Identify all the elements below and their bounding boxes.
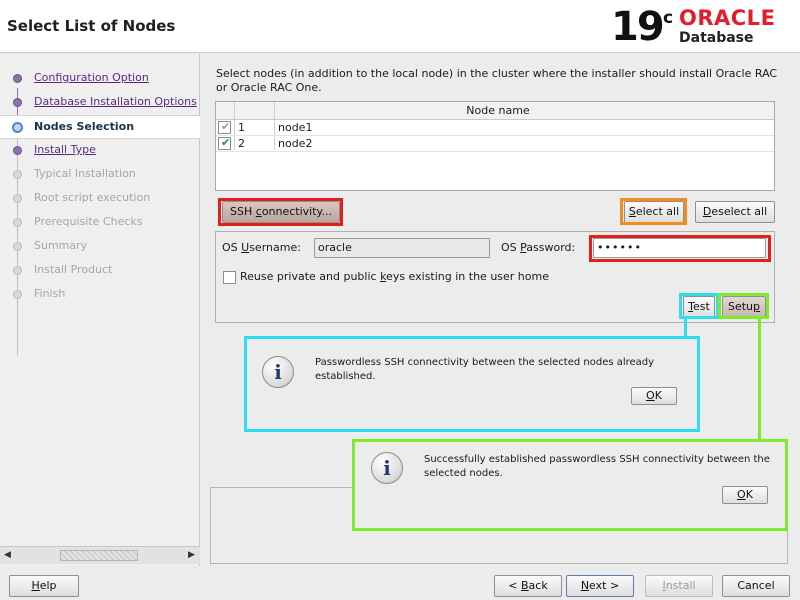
highlight-setup-dialog [352, 439, 788, 531]
btn-text: ext > [589, 579, 620, 592]
install-button[interactable]: Install [645, 575, 713, 597]
nav-step-database-installation-options[interactable]: Database Installation Options [0, 91, 200, 115]
step-done-icon [13, 74, 22, 83]
btn-text: < [508, 579, 521, 592]
nav-step-typical-installation: Typical Installation [0, 163, 200, 187]
step-pending-icon [13, 218, 22, 227]
nav-step-label: Database Installation Options [34, 95, 197, 108]
label-accel: U [241, 241, 250, 254]
table-row[interactable]: ✔ 2 node2 [216, 136, 774, 152]
scroll-right-icon[interactable]: ▶ [188, 550, 195, 560]
btn-accel: H [31, 579, 40, 592]
btn-accel: N [580, 579, 590, 592]
btn-accel: B [521, 579, 529, 592]
nav-horizontal-scrollbar[interactable]: ◀ ▶ [0, 546, 200, 564]
deselect-all-button[interactable]: Deselect all [695, 201, 775, 223]
column-header-node-name[interactable]: Node name [448, 104, 548, 117]
nav-step-label: Typical Installation [34, 167, 136, 180]
row-checkbox: ✔ [218, 120, 231, 134]
step-done-icon [13, 146, 22, 155]
help-button[interactable]: Help [9, 575, 79, 597]
nav-step-label: Configuration Option [34, 71, 149, 84]
step-current-icon [12, 122, 23, 133]
row-checkbox[interactable]: ✔ [218, 136, 231, 150]
os-username-field[interactable]: oracle [314, 238, 490, 258]
label-text: sername: [249, 241, 301, 254]
nav-step-label: Install Product [34, 263, 113, 276]
highlight-test-dialog [244, 336, 700, 432]
table-row[interactable]: ✔ 1 node1 [216, 120, 774, 136]
nav-step-prerequisite-checks: Prerequisite Checks [0, 211, 200, 235]
label-text: assword: [526, 241, 576, 254]
scrollbar-thumb[interactable] [60, 550, 138, 561]
row-node-name: node2 [278, 137, 313, 150]
instructions-text: Select nodes (in addition to the local n… [216, 67, 778, 94]
logo-version-sup: c [663, 8, 674, 28]
label-text: OS [501, 241, 521, 254]
nav-step-label: Prerequisite Checks [34, 215, 143, 228]
footer-bar: Help < Back Next > Install Cancel [0, 566, 800, 600]
row-node-name: node1 [278, 121, 313, 134]
nav-step-finish: Finish [0, 283, 200, 307]
row-number: 1 [238, 121, 245, 134]
btn-text: elp [39, 579, 57, 592]
step-done-icon [13, 98, 22, 107]
oracle-logo: 19 c ORACLE Database [611, 4, 796, 50]
highlight-select-all [620, 198, 687, 225]
nav-step-nodes-selection[interactable]: Nodes Selection [0, 115, 200, 139]
reuse-keys-label: Reuse private and public keys existing i… [240, 270, 549, 283]
nav-step-label: Nodes Selection [34, 120, 135, 133]
reuse-keys-checkbox[interactable] [223, 271, 236, 284]
highlight-ssh-button [218, 198, 343, 226]
checkbox-checked-icon: ✔ [221, 120, 231, 133]
label-text: eys existing in the user home [386, 270, 549, 283]
scroll-left-icon[interactable]: ◀ [4, 550, 11, 560]
highlight-password-field [589, 235, 771, 262]
page-title: Select List of Nodes [7, 17, 176, 35]
checkbox-checked-icon: ✔ [221, 136, 231, 149]
step-pending-icon [13, 170, 22, 179]
table-header: Node name [216, 102, 774, 120]
nav-step-install-type[interactable]: Install Type [0, 139, 200, 163]
btn-text: eselect all [711, 205, 768, 218]
step-pending-icon [13, 242, 22, 251]
row-number: 2 [238, 137, 245, 150]
btn-text: nstall [665, 579, 696, 592]
nodes-table: Node name ✔ 1 node1 ✔ 2 node2 [215, 101, 775, 191]
os-password-label: OS Password: [501, 241, 575, 254]
nav-step-label: Finish [34, 287, 66, 300]
back-button[interactable]: < Back [494, 575, 562, 597]
highlight-setup-button [718, 293, 769, 319]
label-text: Reuse private and public [240, 270, 381, 283]
btn-text: ack [528, 579, 548, 592]
step-pending-icon [13, 194, 22, 203]
next-button[interactable]: Next > [566, 575, 634, 597]
logo-version: 19 [611, 4, 665, 50]
cancel-button[interactable]: Cancel [722, 575, 790, 597]
steps-navigation: Configuration Option Database Installati… [0, 54, 200, 566]
nav-step-label: Root script execution [34, 191, 151, 204]
os-username-label: OS Username: [222, 241, 301, 254]
nav-step-root-script-execution: Root script execution [0, 187, 200, 211]
logo-product: Database [679, 30, 754, 46]
green-connector [758, 318, 761, 442]
nav-step-install-product: Install Product [0, 259, 200, 283]
nav-step-label: Install Type [34, 143, 96, 156]
highlight-test-button [679, 293, 719, 319]
logo-brand: ORACLE [679, 6, 776, 30]
header-bar: Select List of Nodes 19 c ORACLE Databas… [0, 0, 800, 53]
label-text: OS [222, 241, 242, 254]
nav-step-summary: Summary [0, 235, 200, 259]
nav-step-configuration-option[interactable]: Configuration Option [0, 67, 200, 91]
step-pending-icon [13, 266, 22, 275]
step-pending-icon [13, 290, 22, 299]
nav-step-label: Summary [34, 239, 88, 252]
